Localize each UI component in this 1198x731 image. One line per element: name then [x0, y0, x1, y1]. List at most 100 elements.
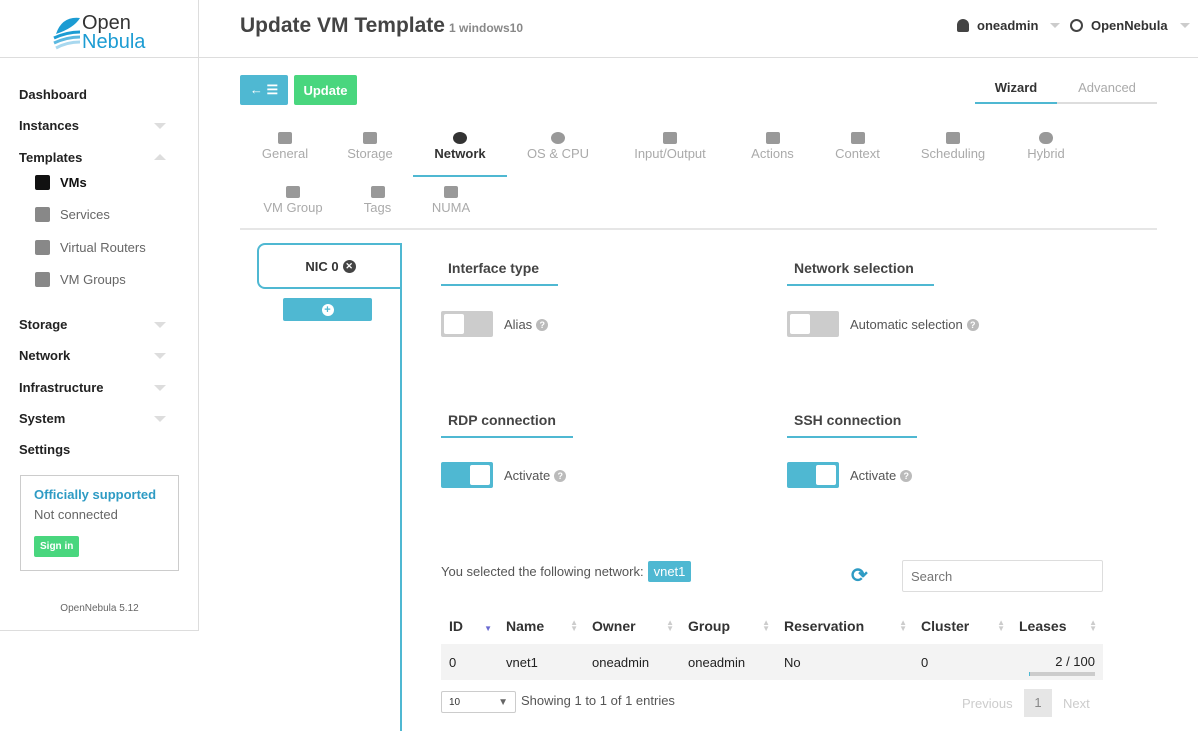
tab-actions[interactable]: Actions: [735, 132, 810, 161]
sidebar-item-network[interactable]: Network: [19, 348, 70, 363]
tab-hybrid[interactable]: Hybrid: [1010, 132, 1082, 161]
label: ID: [449, 618, 463, 634]
microchip-icon: [444, 186, 458, 198]
cell-reservation: No: [776, 644, 913, 680]
sidebar-item-instances[interactable]: Instances: [19, 118, 79, 133]
help-icon[interactable]: ?: [536, 319, 549, 332]
template-id: 1 windows10: [448, 21, 524, 35]
sort-icon: ▲ ▼: [666, 618, 674, 633]
sign-in-button[interactable]: Sign in: [34, 536, 80, 557]
label: Group: [688, 618, 730, 634]
alias-toggle[interactable]: [441, 311, 493, 337]
tab-os-cpu[interactable]: OS & CPU: [513, 132, 603, 161]
refresh-icon[interactable]: ⟳: [851, 563, 868, 588]
chevron-up-icon: [154, 154, 166, 160]
tab-input-output[interactable]: Input/Output: [620, 132, 720, 161]
page-size-select[interactable]: 10 ▼: [441, 691, 516, 713]
rdp-toggle[interactable]: [441, 462, 493, 488]
tab-numa[interactable]: NUMA: [420, 186, 482, 215]
table-row[interactable]: 0 vnet1 oneadmin oneadmin No 0 2 / 100: [441, 644, 1103, 680]
tab-general[interactable]: General: [245, 132, 325, 161]
label: Alias: [504, 316, 533, 332]
sidebar-item-storage[interactable]: Storage: [19, 317, 67, 332]
cell-name: vnet1: [498, 644, 584, 680]
support-status: Not connected: [34, 507, 118, 522]
ssh-heading: SSH connection: [787, 412, 917, 438]
sort-icon: ▲ ▼: [1089, 618, 1097, 633]
tab-tags[interactable]: Tags: [350, 186, 405, 215]
sidebar-item-infrastructure[interactable]: Infrastructure: [19, 380, 104, 395]
sidebar-item-vms[interactable]: VMs: [35, 175, 87, 190]
nic-tab[interactable]: NIC 0 ✕: [257, 243, 402, 289]
search-input[interactable]: [902, 560, 1103, 592]
update-button[interactable]: Update: [294, 75, 357, 105]
tabs-divider: [240, 228, 1157, 230]
tab-context[interactable]: Context: [820, 132, 895, 161]
divider: [0, 57, 199, 58]
tab-scheduling[interactable]: Scheduling: [910, 132, 996, 161]
previous-button[interactable]: Previous: [962, 696, 1013, 711]
label: VM Group: [263, 200, 323, 215]
zone-menu[interactable]: OpenNebula: [1070, 18, 1190, 33]
back-to-list-button[interactable]: ← ☰: [240, 75, 288, 105]
page-title: Update VM Template 1 windows10: [240, 14, 523, 38]
chevron-down-icon: [154, 416, 166, 422]
sidebar-item-services[interactable]: Services: [35, 207, 110, 222]
page-1-button[interactable]: 1: [1024, 689, 1052, 717]
ssh-toggle[interactable]: [787, 462, 839, 488]
remove-nic-icon[interactable]: ✕: [342, 259, 356, 273]
user-name: oneadmin: [977, 18, 1039, 33]
zone-name: OpenNebula: [1091, 18, 1168, 33]
chevron-down-icon: [154, 353, 166, 359]
logo-line2: Nebula: [82, 31, 146, 53]
next-button[interactable]: Next: [1063, 696, 1090, 711]
label: General: [261, 146, 309, 161]
tab-network[interactable]: Network: [413, 132, 507, 177]
cell-leases: 2 / 100: [1011, 644, 1103, 680]
chevron-down-icon: [154, 385, 166, 391]
label: Scheduling: [920, 146, 986, 161]
tab-storage[interactable]: Storage: [330, 132, 410, 161]
plus-icon: +: [321, 303, 334, 316]
col-group[interactable]: Group ▲ ▼: [680, 608, 776, 644]
sidebar-item-virtual-routers[interactable]: Virtual Routers: [35, 240, 146, 255]
sidebar-item-settings[interactable]: Settings: [19, 442, 70, 457]
sidebar-item-templates[interactable]: Templates: [19, 150, 82, 165]
laptop-icon: [278, 132, 292, 144]
cell-cluster: 0: [913, 644, 1011, 680]
col-id[interactable]: ID ▼: [441, 608, 498, 644]
col-owner[interactable]: Owner ▲ ▼: [584, 608, 680, 644]
help-icon[interactable]: ?: [900, 470, 913, 483]
sort-icon: ▲ ▼: [997, 618, 1005, 633]
label: Cluster: [921, 618, 970, 634]
sidebar-item-dashboard[interactable]: Dashboard: [19, 87, 87, 102]
tab-wizard[interactable]: Wizard: [975, 80, 1057, 104]
sidebar-item-vm-groups[interactable]: VM Groups: [35, 272, 126, 287]
add-nic-button[interactable]: +: [283, 298, 372, 321]
globe-icon: [453, 132, 467, 144]
nic-panel-border: [400, 243, 402, 731]
label: OS & CPU: [526, 146, 590, 161]
rdp-label: Activate?: [504, 468, 567, 483]
col-cluster[interactable]: Cluster ▲ ▼: [913, 608, 1011, 644]
label: Storage: [347, 146, 393, 161]
tab-vm-group[interactable]: VM Group: [250, 186, 336, 215]
automatic-selection-toggle[interactable]: [787, 311, 839, 337]
power-icon: [551, 132, 565, 144]
sidebar-item-system[interactable]: System: [19, 411, 65, 426]
support-box: Officially supported Not connected Sign …: [20, 475, 179, 571]
col-reservation[interactable]: Reservation ▲ ▼: [776, 608, 913, 644]
ssh-label: Activate?: [850, 467, 913, 483]
network-selection-heading: Network selection: [787, 260, 934, 286]
col-name[interactable]: Name ▲ ▼: [498, 608, 584, 644]
label: Reservation: [784, 618, 865, 634]
chevron-down-icon: [154, 123, 166, 129]
label: Activate: [850, 467, 897, 483]
help-icon[interactable]: ?: [966, 319, 979, 332]
user-menu[interactable]: oneadmin: [957, 18, 1061, 33]
table-info: Showing 1 to 1 of 1 entries: [521, 693, 675, 708]
logo-text: Open Nebula: [82, 13, 146, 53]
tab-advanced[interactable]: Advanced: [1057, 80, 1157, 104]
col-leases[interactable]: Leases ▲ ▼: [1011, 608, 1103, 644]
help-icon[interactable]: ?: [554, 470, 567, 483]
